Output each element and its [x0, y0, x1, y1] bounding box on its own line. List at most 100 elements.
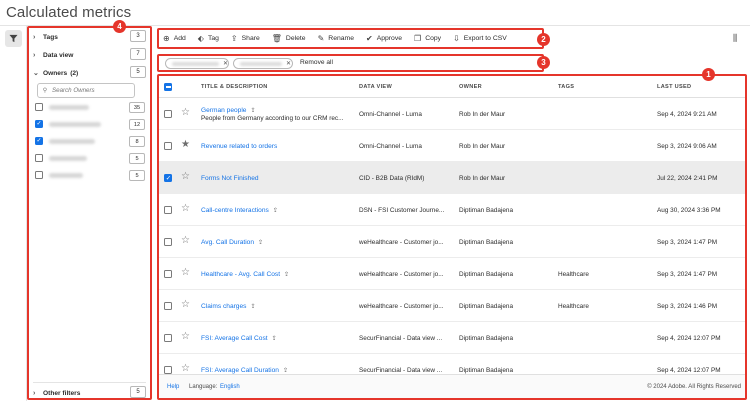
chevron-right-icon: › — [33, 51, 36, 59]
star-icon[interactable]: ☆ — [181, 171, 190, 182]
metric-title-link[interactable]: German people ⇪ — [201, 107, 255, 114]
star-filled-icon[interactable]: ★ — [181, 139, 190, 150]
row-checkbox[interactable] — [164, 142, 172, 150]
last-used-cell: Sep 3, 2024 1:46 PM — [657, 303, 718, 310]
owner-option[interactable]: ✓ 12 — [35, 119, 147, 131]
delete-button[interactable]: 🗑 Delete — [272, 34, 306, 43]
star-icon[interactable]: ☆ — [181, 331, 190, 342]
metric-title-link[interactable]: Call-centre Interactions ⇪ — [201, 207, 278, 214]
callout-badge: 2 — [537, 33, 550, 46]
column-settings-icon[interactable]: ⫼ — [733, 33, 737, 44]
filter-toggle-button[interactable] — [5, 30, 22, 47]
column-header-dataview[interactable]: DATA VIEW — [359, 84, 392, 90]
row-checkbox[interactable] — [164, 270, 172, 278]
last-used-cell: Sep 3, 2024 1:47 PM — [657, 271, 718, 278]
owner-checkbox[interactable]: ✓ — [35, 120, 43, 128]
row-checkbox[interactable] — [164, 334, 172, 342]
filter-other[interactable]: › Other filters 5 — [33, 386, 146, 400]
metric-title: Revenue related to orders — [201, 143, 278, 150]
last-used-cell: Sep 4, 2024 12:07 PM — [657, 367, 721, 374]
language-label: Language: — [189, 384, 218, 390]
copy-button[interactable]: ❐ Copy — [414, 34, 441, 43]
table-row[interactable]: ☆ FSI: Average Call Cost ⇪ SecurFinancial -… — [159, 322, 745, 354]
column-header-last-used[interactable]: LAST USED — [657, 84, 691, 90]
metric-description: People from Germany according to our CRM… — [201, 115, 344, 122]
close-icon[interactable]: ✕ — [286, 60, 291, 67]
add-button[interactable]: ⊕ Add — [163, 34, 186, 43]
table-row[interactable]: ☆ German people ⇪ People from Germany accor… — [159, 98, 745, 130]
row-checkbox[interactable] — [164, 238, 172, 246]
search-owners-placeholder: Search Owners — [52, 87, 95, 94]
row-checkbox[interactable] — [164, 302, 172, 310]
filter-tags-label: Tags — [43, 33, 58, 41]
owner-checkbox[interactable] — [35, 103, 43, 111]
chevron-right-icon: › — [33, 33, 36, 41]
owner-option[interactable]: ✓ 8 — [35, 136, 147, 148]
metric-title-link[interactable]: FSI: Average Call Cost ⇪ — [201, 335, 277, 342]
owner-option[interactable]: 5 — [35, 170, 147, 182]
metric-title-link[interactable]: FSI: Average Call Duration ⇪ — [201, 367, 288, 374]
share-button[interactable]: ⇪ Share — [231, 34, 260, 43]
table-row[interactable]: ☆ Healthcare - Avg. Call Cost ⇪ weHealthcar… — [159, 258, 745, 290]
table-row[interactable]: ☆ Avg. Call Duration ⇪ weHealthcare - Custo… — [159, 226, 745, 258]
rename-label: Rename — [328, 35, 354, 42]
star-icon[interactable]: ☆ — [181, 235, 190, 246]
help-link[interactable]: Help — [167, 384, 179, 390]
metric-title-link[interactable]: Healthcare - Avg. Call Cost ⇪ — [201, 271, 289, 278]
table-row[interactable]: ☆ Call-centre Interactions ⇪ DSN - FSI Cust… — [159, 194, 745, 226]
metric-title-link[interactable]: Avg. Call Duration ⇪ — [201, 239, 263, 246]
dataview-cell: DSN - FSI Customer Journe... — [359, 207, 445, 214]
column-header-owner[interactable]: OWNER — [459, 84, 482, 90]
column-header-tags[interactable]: TAGS — [558, 84, 574, 90]
owner-option[interactable]: 35 — [35, 102, 147, 114]
row-checkbox[interactable] — [164, 206, 172, 214]
owner-name-redacted — [49, 156, 87, 161]
filter-dataview-label: Data view — [43, 51, 74, 59]
search-owners-input[interactable]: ⚲ Search Owners — [37, 83, 135, 98]
filter-dataview[interactable]: › Data view 7 — [33, 48, 146, 62]
export-label: Export to CSV — [463, 35, 507, 42]
remove-all-link[interactable]: Remove all — [300, 59, 333, 66]
filter-other-count: 5 — [130, 386, 146, 398]
owner-name-redacted — [49, 122, 101, 127]
metric-title-link[interactable]: Revenue related to orders — [201, 143, 277, 150]
filter-owners[interactable]: ⌄ Owners (2) 5 — [33, 66, 146, 80]
star-icon[interactable]: ☆ — [181, 299, 190, 310]
dataview-cell: Omni-Channel - Luma — [359, 143, 422, 150]
star-icon[interactable]: ☆ — [181, 267, 190, 278]
table-row[interactable]: ☆ Claims charges ⇪ weHealthcare - Customer … — [159, 290, 745, 322]
tag-button[interactable]: ⬖ Tag — [198, 34, 219, 43]
trash-icon: 🗑 — [271, 34, 282, 43]
star-icon[interactable]: ☆ — [181, 203, 190, 214]
shared-icon: ⇪ — [258, 240, 264, 246]
metric-title: Claims charges — [201, 303, 247, 310]
language-link[interactable]: English — [220, 384, 240, 390]
metric-title-link[interactable]: Forms Not Finished — [201, 175, 259, 182]
metric-title-link[interactable]: Claims charges ⇪ — [201, 303, 255, 310]
filter-chip[interactable]: ✕ — [165, 58, 229, 69]
owner-option[interactable]: 5 — [35, 153, 147, 165]
filter-tags[interactable]: › Tags 3 — [33, 30, 146, 44]
approve-label: Approve — [376, 35, 403, 42]
metric-title: Avg. Call Duration — [201, 239, 255, 246]
export-csv-button[interactable]: ⇩ Export to CSV — [453, 34, 507, 43]
star-icon[interactable]: ☆ — [181, 363, 190, 374]
owner-checkbox[interactable] — [35, 171, 43, 179]
filter-chip-label-redacted — [240, 61, 282, 66]
tags-cell: Healthcare — [558, 303, 589, 310]
rename-button[interactable]: ✎ Rename — [318, 34, 354, 43]
owner-checkbox[interactable]: ✓ — [35, 137, 43, 145]
approve-button[interactable]: ✔ Approve — [366, 34, 402, 43]
close-icon[interactable]: ✕ — [223, 60, 228, 67]
select-all-checkbox[interactable] — [164, 83, 172, 91]
row-checkbox[interactable] — [164, 366, 172, 374]
filter-chip[interactable]: ✕ — [233, 58, 293, 69]
star-icon[interactable]: ☆ — [181, 107, 190, 118]
row-checkbox[interactable] — [164, 110, 172, 118]
column-header-title[interactable]: TITLE & DESCRIPTION — [201, 84, 268, 90]
row-checkbox[interactable] — [164, 174, 172, 182]
dataview-cell: CID - B2B Data (RIdM) — [359, 175, 425, 182]
table-row[interactable]: ★ Revenue related to orders Omni-Channel -… — [159, 130, 745, 162]
table-row[interactable]: ☆ Forms Not Finished CID - B2B Data (RIdM)… — [159, 162, 745, 194]
owner-checkbox[interactable] — [35, 154, 43, 162]
